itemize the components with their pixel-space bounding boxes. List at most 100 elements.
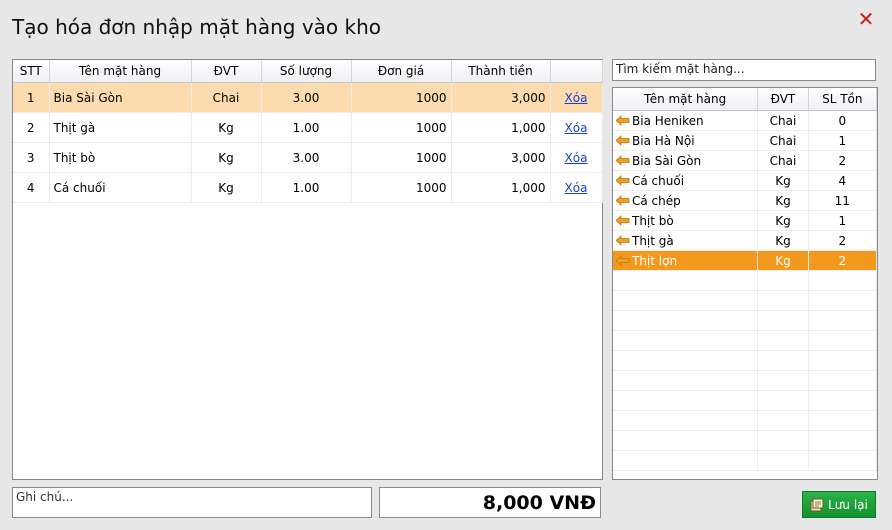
stock-row[interactable]: Bia Heniken Chai 0 bbox=[613, 110, 878, 131]
column-header-name[interactable]: Tên mặt hàng bbox=[49, 60, 192, 83]
invoice-cell-name: Bia Sài Gòn bbox=[49, 82, 192, 113]
invoice-cell-stt: 4 bbox=[13, 172, 50, 203]
stock-item-name: Cá chép bbox=[632, 193, 681, 208]
left-arrow-icon[interactable] bbox=[615, 134, 630, 146]
note-input[interactable]: Ghi chú... bbox=[12, 487, 372, 518]
stock-cell-qty bbox=[808, 350, 878, 371]
stock-cell-qty bbox=[808, 330, 878, 351]
stock-empty-row bbox=[613, 330, 878, 351]
stock-cell-name bbox=[613, 410, 759, 431]
stock-empty-row bbox=[613, 450, 878, 471]
column-header-stock-unit[interactable]: ĐVT bbox=[757, 88, 809, 111]
left-arrow-icon[interactable] bbox=[615, 114, 630, 126]
stock-cell-unit bbox=[757, 450, 809, 471]
stock-item-name: Cá chuối bbox=[632, 173, 685, 188]
stock-cell-name bbox=[613, 290, 759, 311]
stock-cell-qty: 4 bbox=[808, 170, 878, 191]
invoice-row[interactable]: 4 Cá chuối Kg 1.00 1000 1,000 Xóa bbox=[13, 172, 603, 203]
invoice-row[interactable]: 2 Thịt gà Kg 1.00 1000 1,000 Xóa bbox=[13, 112, 603, 143]
stock-row[interactable]: Thịt gà Kg 2 bbox=[613, 230, 878, 251]
stock-cell-name bbox=[613, 310, 759, 331]
column-header-stock-qty[interactable]: SL Tồn bbox=[808, 88, 878, 111]
invoice-cell-stt: 1 bbox=[13, 82, 50, 113]
stock-row[interactable]: Cá chép Kg 11 bbox=[613, 190, 878, 211]
invoice-cell-name: Thịt bò bbox=[49, 142, 192, 173]
invoice-cell-price: 1000 bbox=[351, 82, 452, 113]
stock-empty-row bbox=[613, 410, 878, 431]
stock-cell-name: Cá chép bbox=[613, 190, 759, 211]
stock-item-name: Bia Sài Gòn bbox=[632, 153, 702, 168]
delete-row-link[interactable]: Xóa bbox=[565, 181, 588, 195]
stock-cell-qty bbox=[808, 370, 878, 391]
stock-row[interactable]: Bia Hà Nội Chai 1 bbox=[613, 130, 878, 151]
stock-empty-row bbox=[613, 370, 878, 391]
search-input[interactable]: Tìm kiếm mặt hàng... bbox=[612, 59, 876, 81]
stock-row[interactable]: Cá chuối Kg 4 bbox=[613, 170, 878, 191]
stock-cell-unit: Kg bbox=[757, 250, 809, 271]
stock-row[interactable]: Thịt lợn Kg 2 bbox=[613, 250, 878, 271]
invoice-table: STT Tên mặt hàng ĐVT Số lượng Đơn giá Th… bbox=[13, 60, 603, 203]
stock-cell-name bbox=[613, 450, 759, 471]
stock-cell-unit bbox=[757, 390, 809, 411]
invoice-cell-price: 1000 bbox=[351, 142, 452, 173]
stock-row[interactable]: Bia Sài Gòn Chai 2 bbox=[613, 150, 878, 171]
stock-cell-name: Thịt lợn bbox=[613, 250, 759, 271]
column-header-stt[interactable]: STT bbox=[13, 60, 50, 83]
column-header-amount[interactable]: Thành tiền bbox=[451, 60, 551, 83]
stock-cell-qty bbox=[808, 430, 878, 451]
window-title: Tạo hóa đơn nhập mặt hàng vào kho bbox=[12, 15, 381, 39]
column-header-price[interactable]: Đơn giá bbox=[351, 60, 452, 83]
stock-item-name: Thịt gà bbox=[632, 233, 674, 248]
stock-cell-name bbox=[613, 370, 759, 391]
stock-cell-unit: Chai bbox=[757, 150, 809, 171]
stock-cell-qty: 1 bbox=[808, 130, 878, 151]
save-button-label: Lưu lại bbox=[828, 497, 868, 512]
stock-cell-unit bbox=[757, 310, 809, 331]
stock-item-name: Bia Heniken bbox=[632, 113, 704, 128]
delete-row-link[interactable]: Xóa bbox=[565, 121, 588, 135]
save-button[interactable]: Lưu lại bbox=[802, 491, 876, 518]
invoice-cell-unit: Kg bbox=[191, 112, 262, 143]
delete-row-link[interactable]: Xóa bbox=[565, 151, 588, 165]
invoice-cell-action: Xóa bbox=[550, 172, 603, 203]
column-header-stock-name[interactable]: Tên mặt hàng bbox=[613, 88, 759, 111]
stock-cell-name bbox=[613, 270, 759, 291]
invoice-table-panel: STT Tên mặt hàng ĐVT Số lượng Đơn giá Th… bbox=[12, 59, 603, 480]
invoice-cell-price: 1000 bbox=[351, 112, 452, 143]
total-amount: 8,000 VNĐ bbox=[379, 487, 601, 518]
column-header-action bbox=[550, 60, 603, 83]
stock-cell-unit bbox=[757, 430, 809, 451]
invoice-cell-name: Thịt gà bbox=[49, 112, 192, 143]
stock-cell-name: Bia Hà Nội bbox=[613, 130, 759, 151]
invoice-row[interactable]: 1 Bia Sài Gòn Chai 3.00 1000 3,000 Xóa bbox=[13, 82, 603, 113]
stock-cell-qty: 2 bbox=[808, 230, 878, 251]
invoice-cell-amount: 1,000 bbox=[451, 112, 551, 143]
stock-cell-unit bbox=[757, 290, 809, 311]
stock-cell-name: Bia Sài Gòn bbox=[613, 150, 759, 171]
stock-cell-unit: Chai bbox=[757, 130, 809, 151]
column-header-unit[interactable]: ĐVT bbox=[191, 60, 262, 83]
invoice-row[interactable]: 3 Thịt bò Kg 3.00 1000 3,000 Xóa bbox=[13, 142, 603, 173]
stock-cell-name: Cá chuối bbox=[613, 170, 759, 191]
left-arrow-icon[interactable] bbox=[615, 174, 630, 186]
stock-empty-row bbox=[613, 350, 878, 371]
save-icon bbox=[810, 498, 824, 511]
invoice-header-row: STT Tên mặt hàng ĐVT Số lượng Đơn giá Th… bbox=[13, 60, 603, 83]
stock-cell-unit bbox=[757, 270, 809, 291]
invoice-cell-amount: 3,000 bbox=[451, 82, 551, 113]
invoice-cell-quantity: 1.00 bbox=[261, 172, 352, 203]
left-arrow-icon[interactable] bbox=[615, 254, 630, 266]
left-arrow-icon[interactable] bbox=[615, 154, 630, 166]
stock-row[interactable]: Thịt bò Kg 1 bbox=[613, 210, 878, 231]
invoice-cell-action: Xóa bbox=[550, 82, 603, 113]
stock-cell-name bbox=[613, 350, 759, 371]
close-icon[interactable]: ✕ bbox=[855, 8, 877, 30]
stock-cell-qty: 0 bbox=[808, 110, 878, 131]
stock-cell-unit bbox=[757, 330, 809, 351]
stock-cell-name: Bia Heniken bbox=[613, 110, 759, 131]
column-header-quantity[interactable]: Số lượng bbox=[261, 60, 352, 83]
left-arrow-icon[interactable] bbox=[615, 214, 630, 226]
delete-row-link[interactable]: Xóa bbox=[565, 91, 588, 105]
left-arrow-icon[interactable] bbox=[615, 234, 630, 246]
left-arrow-icon[interactable] bbox=[615, 194, 630, 206]
